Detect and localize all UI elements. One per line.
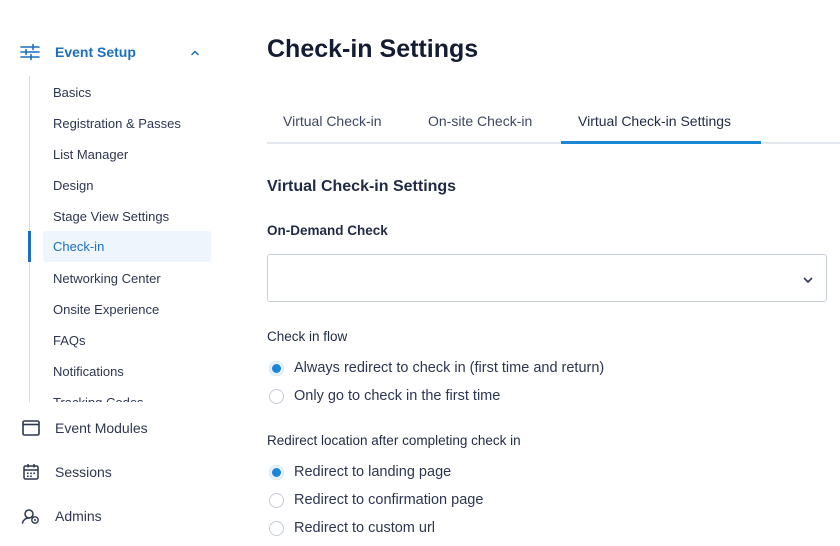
radio-button-checked[interactable] [269, 361, 284, 376]
sidebar-item-onsite-experience[interactable]: Onsite Experience [43, 294, 211, 325]
on-demand-select[interactable] [267, 254, 827, 302]
tab-virtual-check-in-settings[interactable]: Virtual Check-in Settings [578, 113, 731, 129]
sidebar-item-design[interactable]: Design [43, 170, 211, 201]
sidebar-item-label: Event Modules [55, 420, 148, 436]
radio-label: Only go to check in the first time [294, 388, 501, 404]
check-in-flow-label: Check in flow [267, 329, 348, 344]
sidebar-item-event-modules[interactable]: Event Modules [0, 412, 215, 444]
redirect-location-label: Redirect location after completing check… [267, 433, 521, 448]
radio-label: Redirect to confirmation page [294, 492, 484, 508]
chevron-up-icon[interactable] [189, 46, 201, 58]
sidebar-item-basics[interactable]: Basics [43, 77, 211, 108]
sidebar-item-registration-passes[interactable]: Registration & Passes [43, 108, 211, 139]
radio-custom-url[interactable]: Redirect to custom url [267, 516, 827, 540]
on-demand-label: On-Demand Check [267, 223, 388, 238]
radio-button[interactable] [269, 493, 284, 508]
main-content: Check-in Settings Virtual Check-in On-si… [267, 0, 840, 546]
window-icon [21, 419, 41, 437]
radio-confirmation-page[interactable]: Redirect to confirmation page [267, 488, 827, 512]
sidebar-item-faqs[interactable]: FAQs [43, 325, 211, 356]
radio-landing-page[interactable]: Redirect to landing page [267, 460, 827, 484]
active-tab-underline [561, 141, 761, 144]
sidebar: Event Setup Basics Registration & Passes… [0, 0, 230, 546]
sidebar-item-notifications[interactable]: Notifications [43, 356, 211, 387]
sidebar-section-label: Event Setup [55, 44, 136, 60]
sidebar-item-check-in[interactable]: Check-in [43, 231, 211, 262]
tab-virtual-check-in[interactable]: Virtual Check-in [283, 113, 382, 129]
radio-label: Redirect to landing page [294, 464, 452, 480]
radio-button[interactable] [269, 521, 284, 536]
radio-button[interactable] [269, 389, 284, 404]
sidebar-item-list-manager[interactable]: List Manager [43, 139, 211, 170]
radio-button-checked[interactable] [269, 465, 284, 480]
sidebar-item-sessions[interactable]: Sessions [0, 456, 215, 488]
sliders-icon [20, 43, 40, 61]
calendar-icon [21, 463, 41, 481]
sidebar-item-label: Admins [55, 508, 102, 524]
radio-first-time-only[interactable]: Only go to check in the first time [267, 384, 827, 408]
sidebar-section-event-setup[interactable]: Event Setup [0, 36, 215, 68]
page-title: Check-in Settings [267, 35, 479, 63]
sidebar-item-stage-view-settings[interactable]: Stage View Settings [43, 201, 211, 232]
sidebar-subnav: Basics Registration & Passes List Manage… [0, 76, 230, 402]
radio-label: Always redirect to check in (first time … [294, 360, 605, 376]
sidebar-item-admins[interactable]: Admins [0, 500, 215, 532]
tab-bar: Virtual Check-in On-site Check-in Virtua… [267, 100, 840, 144]
radio-label: Redirect to custom url [294, 520, 436, 536]
radio-always-redirect[interactable]: Always redirect to check in (first time … [267, 356, 827, 380]
chevron-down-icon [802, 273, 814, 285]
section-title: Virtual Check-in Settings [267, 178, 457, 195]
active-indicator [28, 231, 31, 262]
admin-user-icon [21, 507, 41, 525]
tab-on-site-check-in[interactable]: On-site Check-in [428, 113, 532, 129]
sidebar-item-label: Sessions [55, 464, 112, 480]
sidebar-item-networking-center[interactable]: Networking Center [43, 263, 211, 294]
sidebar-item-tracking-codes[interactable]: Tracking Codes [43, 387, 211, 402]
